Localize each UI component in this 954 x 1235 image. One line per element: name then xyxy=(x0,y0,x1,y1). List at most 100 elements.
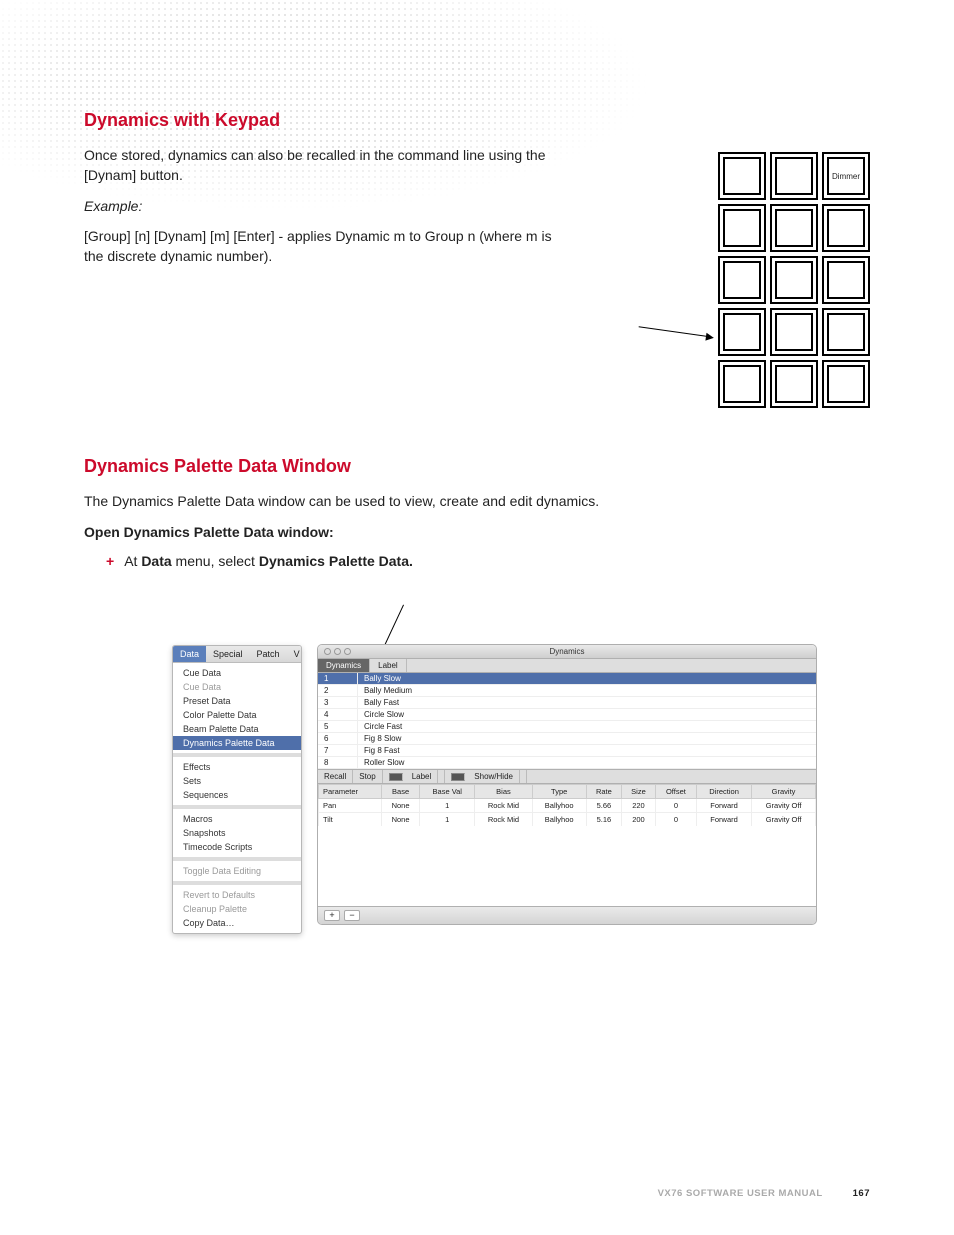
col-header[interactable]: Gravity xyxy=(752,785,816,799)
menu-item[interactable]: Beam Palette Data xyxy=(173,722,301,736)
keypad-pointer-arrow xyxy=(639,326,708,337)
menu-bar: Data Special Patch V xyxy=(173,646,301,663)
cell: 220 xyxy=(622,799,656,813)
keypad-key xyxy=(770,204,818,252)
list-item[interactable]: 5Circle Fast xyxy=(318,721,816,733)
list-num: 6 xyxy=(318,733,358,744)
list-num: 3 xyxy=(318,697,358,708)
list-num: 8 xyxy=(318,757,358,768)
menu-item[interactable]: Revert to Defaults xyxy=(173,888,301,902)
bullet-bold2: Dynamics Palette Data. xyxy=(259,553,413,569)
screenshot-composite: Data Special Patch V Cue Data Cue Data P… xyxy=(84,605,870,945)
list-item[interactable]: 8Roller Slow xyxy=(318,757,816,769)
section2-bullet: + At Data menu, select Dynamics Palette … xyxy=(84,553,870,569)
keypad-key xyxy=(822,256,870,304)
col-header[interactable]: Type xyxy=(532,785,586,799)
col-header[interactable]: Base xyxy=(381,785,419,799)
cell: 5.66 xyxy=(586,799,621,813)
menu-item[interactable]: Effects xyxy=(173,760,301,774)
cell: Ballyhoo xyxy=(532,813,586,827)
cell: 200 xyxy=(622,813,656,827)
stop-button[interactable]: Stop xyxy=(353,770,382,783)
menu-item[interactable]: Cleanup Palette xyxy=(173,902,301,916)
list-item[interactable]: 3Bally Fast xyxy=(318,697,816,709)
cell: Gravity Off xyxy=(752,813,816,827)
parameter-table: Parameter Base Base Val Bias Type Rate S… xyxy=(318,784,816,826)
list-item[interactable]: 6Fig 8 Slow xyxy=(318,733,816,745)
list-num: 4 xyxy=(318,709,358,720)
menu-item[interactable]: Timecode Scripts xyxy=(173,840,301,854)
table-row[interactable]: Tilt None 1 Rock Mid Ballyhoo 5.16 200 0… xyxy=(319,813,816,827)
table-row[interactable]: Pan None 1 Rock Mid Ballyhoo 5.66 220 0 … xyxy=(319,799,816,813)
menu-item[interactable]: Toggle Data Editing xyxy=(173,864,301,878)
data-menu-dropdown: Data Special Patch V Cue Data Cue Data P… xyxy=(172,645,302,934)
list-label: Bally Medium xyxy=(358,685,816,696)
keypad-illustration: Dimmer xyxy=(718,152,870,408)
col-header[interactable]: Offset xyxy=(655,785,696,799)
keypad-key xyxy=(770,360,818,408)
tab-label[interactable]: Label xyxy=(370,659,407,672)
checkbox-icon xyxy=(451,773,465,781)
menu-item[interactable]: Sets xyxy=(173,774,301,788)
col-header[interactable]: Direction xyxy=(697,785,752,799)
menu-separator xyxy=(173,753,301,757)
heading-dynamics-keypad: Dynamics with Keypad xyxy=(84,110,870,131)
recall-button[interactable]: Recall xyxy=(318,770,353,783)
col-header[interactable]: Bias xyxy=(475,785,532,799)
footer-page-number: 167 xyxy=(853,1188,870,1199)
cell: Rock Mid xyxy=(475,799,532,813)
keypad-key xyxy=(822,204,870,252)
menu-item[interactable]: Copy Data… xyxy=(173,916,301,930)
keypad-key xyxy=(822,360,870,408)
menu-tab-special[interactable]: Special xyxy=(206,646,250,662)
menu-tab-patch[interactable]: Patch xyxy=(250,646,287,662)
dynamics-list: 1Bally Slow 2Bally Medium 3Bally Fast 4C… xyxy=(318,673,816,769)
menu-item[interactable]: Cue Data xyxy=(173,666,301,680)
bullet-plus-icon: + xyxy=(106,553,114,569)
label-toggle[interactable]: Label xyxy=(383,770,446,783)
menu-item[interactable]: Cue Data xyxy=(173,680,301,694)
menu-item[interactable]: Sequences xyxy=(173,788,301,802)
window-title: Dynamics xyxy=(318,647,816,656)
label-text: Label xyxy=(406,770,439,783)
col-header[interactable]: Parameter xyxy=(319,785,382,799)
subtoolbar: Recall Stop Label Show/Hide xyxy=(318,769,816,784)
list-label: Roller Slow xyxy=(358,757,816,768)
keypad-key xyxy=(770,152,818,200)
heading-dynamics-palette-window: Dynamics Palette Data Window xyxy=(84,456,870,477)
list-item[interactable]: 7Fig 8 Fast xyxy=(318,745,816,757)
cell: Gravity Off xyxy=(752,799,816,813)
showhide-toggle[interactable]: Show/Hide xyxy=(445,770,527,783)
list-label: Bally Slow xyxy=(358,673,816,684)
col-header[interactable]: Base Val xyxy=(420,785,475,799)
menu-separator xyxy=(173,881,301,885)
keypad-key xyxy=(718,256,766,304)
checkbox-icon xyxy=(389,773,403,781)
cell: Pan xyxy=(319,799,382,813)
remove-button[interactable]: − xyxy=(344,910,360,921)
menu-tab-data[interactable]: Data xyxy=(173,646,206,662)
menu-items: Cue Data Cue Data Preset Data Color Pale… xyxy=(173,663,301,933)
menu-item[interactable]: Snapshots xyxy=(173,826,301,840)
cell: 0 xyxy=(655,813,696,827)
list-label: Bally Fast xyxy=(358,697,816,708)
menu-tab-v[interactable]: V xyxy=(287,646,302,662)
col-header[interactable]: Rate xyxy=(586,785,621,799)
list-label: Circle Slow xyxy=(358,709,816,720)
list-label: Circle Fast xyxy=(358,721,816,732)
tab-dynamics[interactable]: Dynamics xyxy=(318,659,370,672)
list-item[interactable]: 1Bally Slow xyxy=(318,673,816,685)
menu-item[interactable]: Preset Data xyxy=(173,694,301,708)
cell: 1 xyxy=(420,813,475,827)
menu-separator xyxy=(173,805,301,809)
window-statusbar: + − xyxy=(318,906,816,924)
menu-item[interactable]: Macros xyxy=(173,812,301,826)
col-header[interactable]: Size xyxy=(622,785,656,799)
cell: Rock Mid xyxy=(475,813,532,827)
menu-item-selected[interactable]: Dynamics Palette Data xyxy=(173,736,301,750)
add-button[interactable]: + xyxy=(324,910,340,921)
page-content: Dynamics with Keypad Once stored, dynami… xyxy=(0,0,954,945)
menu-item[interactable]: Color Palette Data xyxy=(173,708,301,722)
list-item[interactable]: 4Circle Slow xyxy=(318,709,816,721)
list-item[interactable]: 2Bally Medium xyxy=(318,685,816,697)
